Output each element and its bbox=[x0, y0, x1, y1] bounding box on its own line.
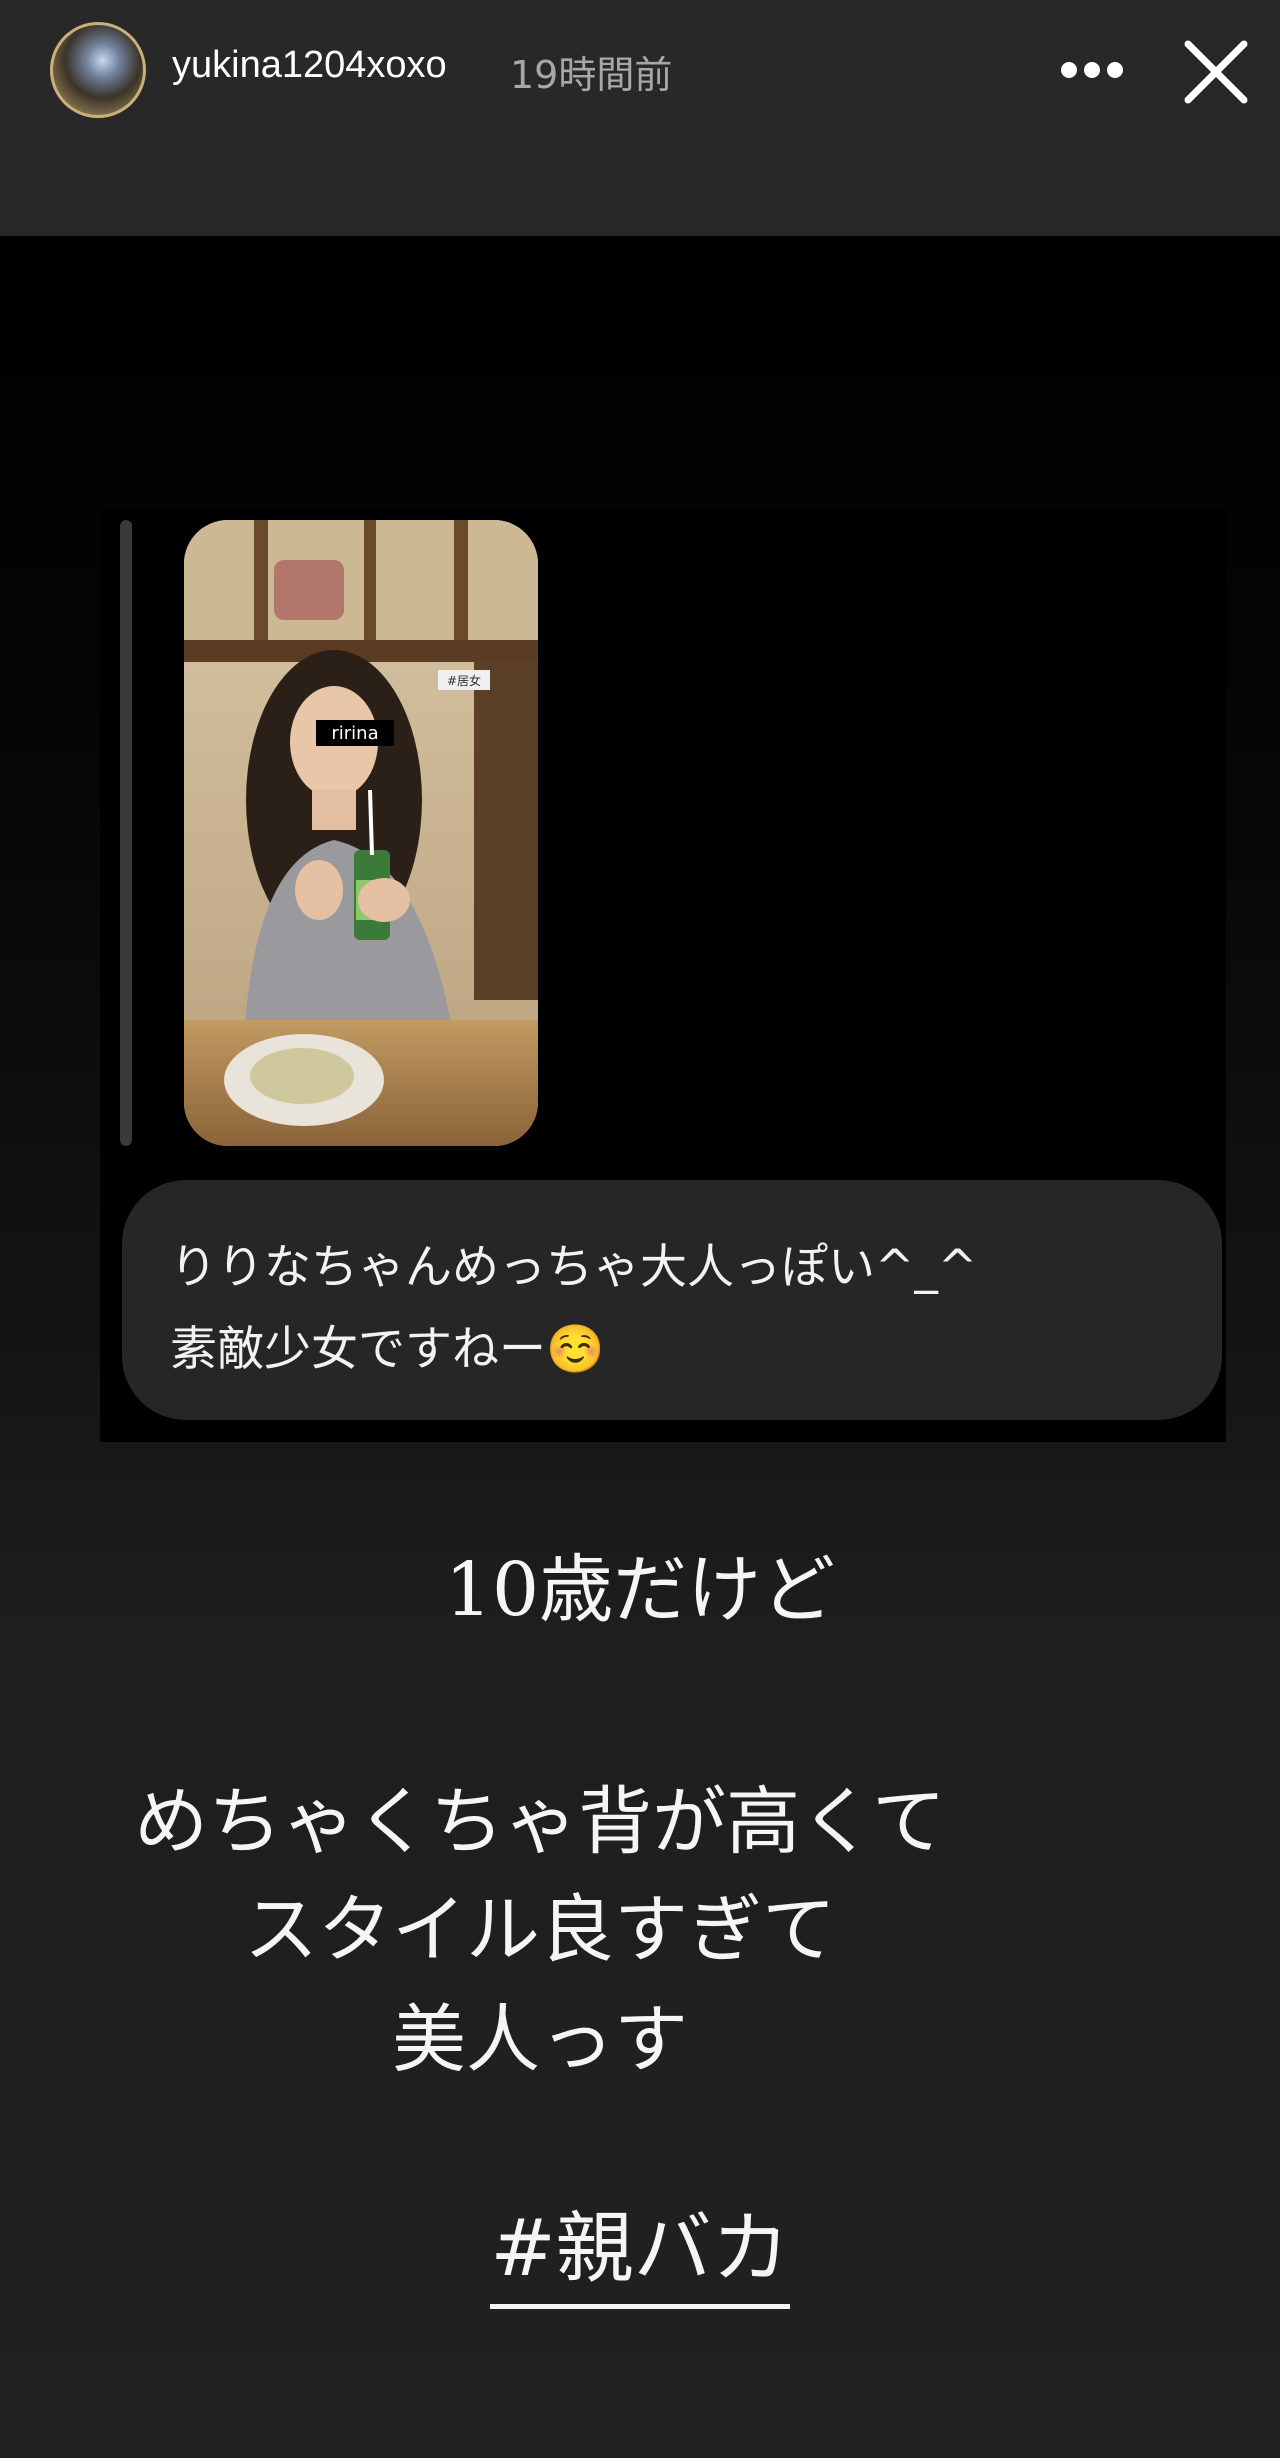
hashtag[interactable]: #親バカ bbox=[0, 2186, 1280, 2309]
corner-tag: #居女 bbox=[447, 673, 481, 688]
reply-text-line-2: 素敵少女ですねー☺️ bbox=[170, 1322, 605, 1377]
photo-girl-drinking: ririna #居女 bbox=[184, 520, 538, 1146]
name-sticker: ririna bbox=[331, 723, 378, 744]
caption-line-3: スタイル良すぎて bbox=[244, 1887, 836, 1973]
more-options-button[interactable] bbox=[1056, 46, 1128, 94]
hashtag-label[interactable]: #親バカ bbox=[490, 2186, 790, 2309]
more-horizontal-icon bbox=[1061, 62, 1123, 78]
quote-bar bbox=[120, 520, 132, 1146]
story-header: yukina1204xoxo 19時間前 bbox=[0, 0, 1280, 236]
username[interactable]: yukina1204xoxo bbox=[172, 44, 447, 87]
avatar[interactable] bbox=[50, 22, 146, 118]
post-time: 19時間前 bbox=[510, 53, 673, 97]
close-button[interactable] bbox=[1180, 36, 1252, 108]
reply-text-line-1: りりなちゃんめっちゃ大人っぽい^_^ bbox=[170, 1240, 978, 1295]
caption-line-4: 美人っす bbox=[392, 1997, 688, 2083]
close-icon bbox=[1184, 40, 1248, 104]
reply-message-bubble bbox=[122, 1180, 1222, 1420]
caption-line-1: 10歳だけど bbox=[444, 1547, 836, 1633]
caption-line-2: めちゃくちゃ背が高くて bbox=[134, 1779, 946, 1865]
shared-story-thumbnail: ririna #居女 bbox=[184, 520, 538, 1146]
